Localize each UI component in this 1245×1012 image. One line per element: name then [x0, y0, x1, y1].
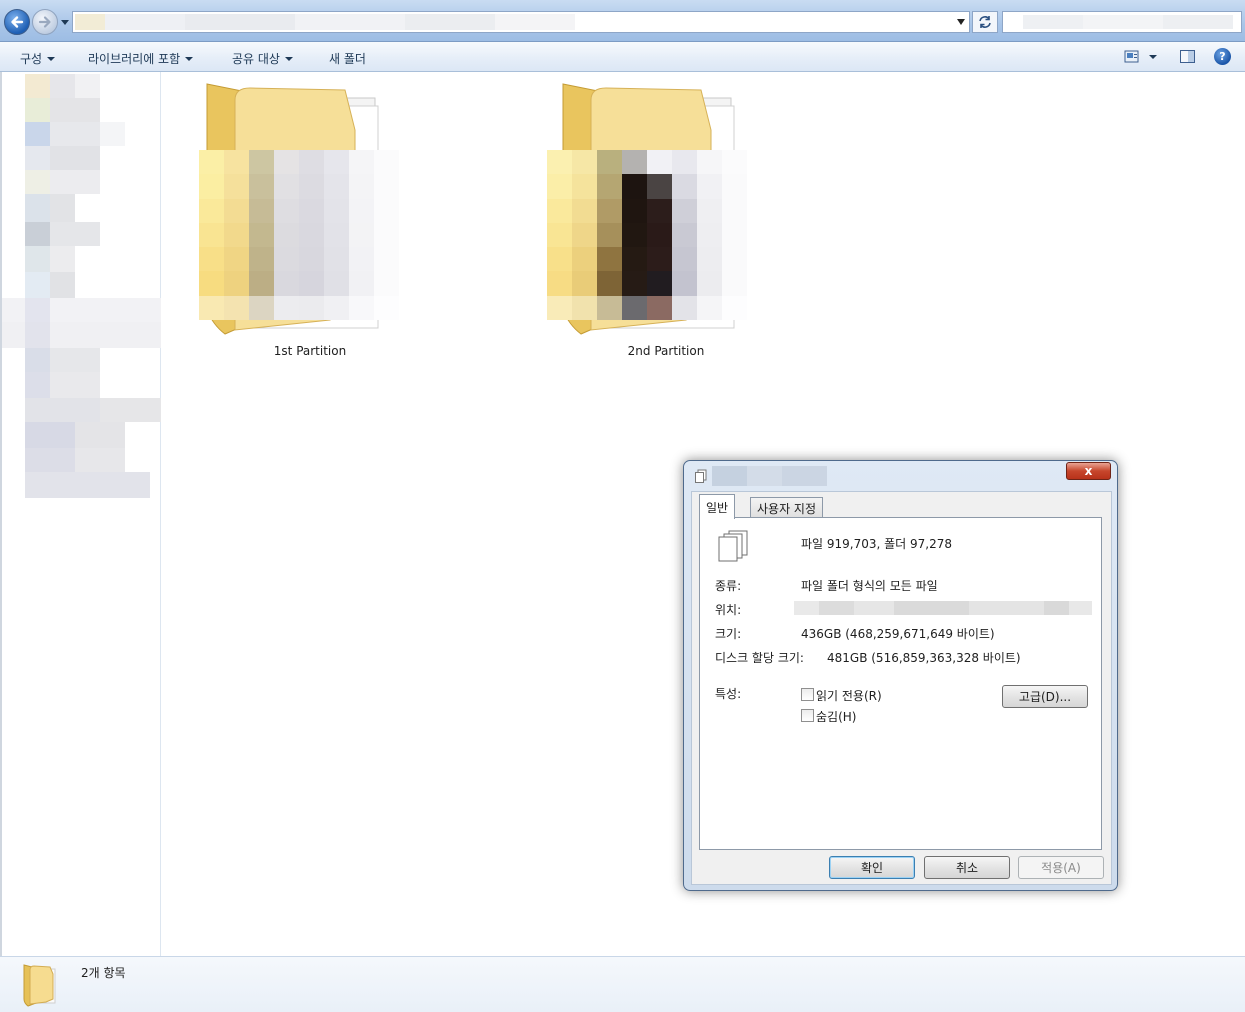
chevron-down-icon — [284, 56, 293, 61]
size-label: 크기: — [715, 627, 742, 641]
folder-name: 1st Partition — [273, 344, 347, 358]
hidden-label[interactable]: 숨김(H) — [816, 708, 856, 725]
item-summary: 파일 919,703, 폴더 97,278 — [801, 537, 953, 551]
change-view-button[interactable] — [1124, 48, 1164, 66]
address-bar[interactable] — [72, 11, 970, 33]
back-arrow-icon — [11, 16, 24, 28]
folder-item[interactable]: 2nd Partition — [547, 80, 781, 365]
address-path-redacted — [75, 14, 575, 30]
separator — [714, 567, 1085, 568]
folder-icon — [23, 964, 56, 1007]
forward-button[interactable] — [32, 9, 58, 35]
readonly-checkbox[interactable] — [801, 688, 814, 701]
navigation-pane — [0, 72, 161, 956]
view-icon — [1124, 50, 1139, 63]
type-value: 파일 폴더 형식의 모든 파일 — [801, 579, 938, 593]
new-folder-label: 새 폴더 — [329, 52, 366, 66]
new-folder-button[interactable]: 새 폴더 — [329, 50, 366, 67]
chevron-down-icon — [47, 56, 56, 61]
close-button[interactable]: x — [1066, 462, 1111, 480]
organize-label: 구성 — [20, 52, 43, 66]
separator — [714, 675, 1085, 676]
cancel-button[interactable]: 취소 — [924, 856, 1010, 879]
refresh-button[interactable] — [972, 11, 998, 33]
close-icon: x — [1084, 464, 1093, 478]
disk-size-label: 디스크 할당 크기: — [715, 651, 804, 665]
apply-button[interactable]: 적용(A) — [1018, 856, 1104, 879]
command-bar: 구성 라이브러리에 포함 공유 대상 새 폴더 ? — [0, 42, 1245, 72]
tab-custom-label: 사용자 지정 — [757, 501, 817, 516]
back-button[interactable] — [4, 9, 30, 35]
chevron-down-icon[interactable] — [956, 18, 966, 26]
folder-thumbnail-redacted — [547, 150, 747, 321]
search-input[interactable] — [1002, 11, 1242, 33]
chevron-down-icon — [1149, 55, 1157, 59]
organize-menu[interactable]: 구성 — [20, 50, 56, 67]
location-value-redacted — [794, 601, 1092, 615]
disk-size-value: 481GB (516,859,363,328 바이트) — [827, 651, 1021, 665]
folder-name: 2nd Partition — [627, 344, 705, 358]
type-label: 종류: — [715, 579, 742, 593]
folder-item[interactable]: 1st Partition — [195, 80, 425, 365]
multiple-files-icon — [695, 469, 707, 483]
preview-pane-icon[interactable] — [1179, 48, 1196, 65]
share-with-menu[interactable]: 공유 대상 — [232, 50, 293, 67]
ok-button[interactable]: 확인 — [829, 856, 915, 879]
window-border — [0, 72, 2, 1010]
hidden-checkbox[interactable] — [801, 709, 814, 722]
title-bar — [0, 0, 1245, 42]
multiple-files-icon — [718, 530, 748, 562]
help-icon: ? — [1219, 50, 1226, 63]
search-placeholder-redacted — [1023, 15, 1233, 29]
properties-dialog: x 일반 사용자 지정 파일 919,703, 폴더 97,278 종류: 파일… — [683, 460, 1118, 891]
dialog-title-redacted — [712, 466, 827, 486]
readonly-label[interactable]: 읽기 전용(R) — [816, 687, 882, 704]
attributes-label: 특성: — [715, 687, 742, 701]
advanced-button[interactable]: 고급(D)... — [1002, 685, 1088, 708]
share-with-label: 공유 대상 — [232, 52, 280, 66]
forward-arrow-icon — [38, 16, 51, 28]
help-button[interactable]: ? — [1214, 48, 1231, 65]
dialog-body: 일반 사용자 지정 파일 919,703, 폴더 97,278 종류: 파일 폴… — [691, 491, 1112, 885]
include-in-library-menu[interactable]: 라이브러리에 포함 — [88, 50, 194, 67]
chevron-down-icon — [185, 56, 194, 61]
tab-general[interactable]: 일반 — [699, 494, 736, 519]
general-tab-panel: 파일 919,703, 폴더 97,278 종류: 파일 폴더 형식의 모든 파… — [699, 517, 1102, 850]
tab-general-label: 일반 — [706, 500, 729, 515]
status-bar: 2개 항목 — [0, 956, 1245, 1012]
item-count: 2개 항목 — [81, 966, 126, 980]
tab-custom[interactable]: 사용자 지정 — [750, 497, 824, 518]
refresh-icon — [979, 16, 991, 28]
location-label: 위치: — [715, 603, 742, 617]
recent-pages-dropdown-icon[interactable] — [60, 17, 70, 27]
navigation-tree-redacted — [0, 72, 161, 502]
folder-thumbnail-redacted — [199, 150, 399, 321]
include-in-library-label: 라이브러리에 포함 — [88, 52, 181, 66]
size-value: 436GB (468,259,671,649 바이트) — [801, 627, 995, 641]
